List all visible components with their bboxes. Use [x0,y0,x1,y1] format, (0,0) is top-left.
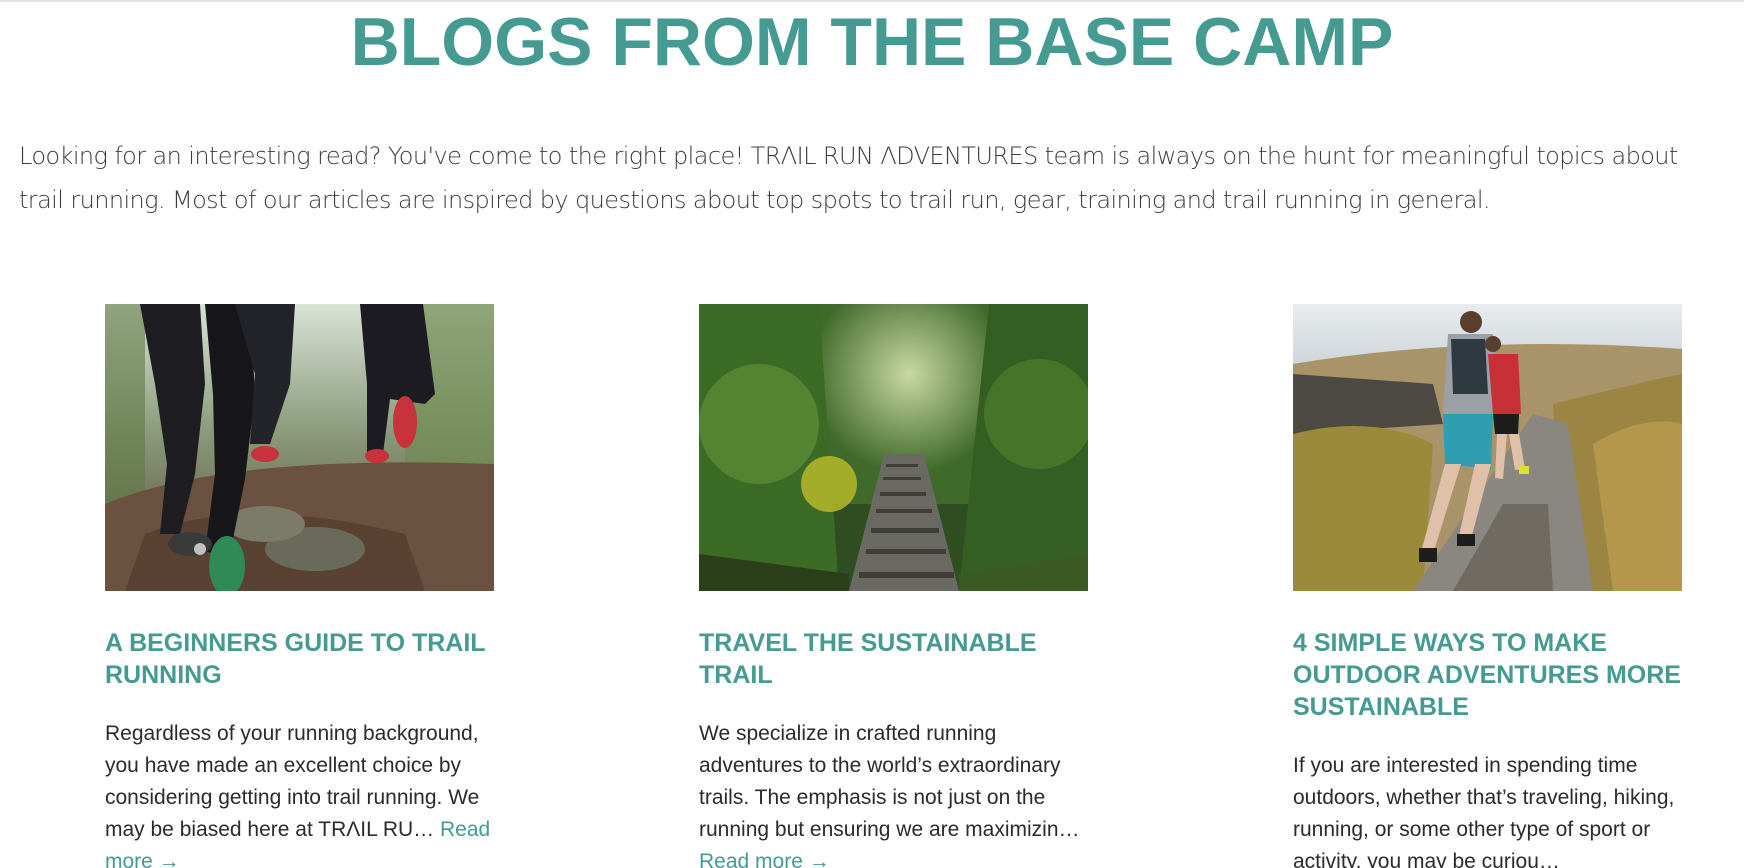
forest-stairs-image [699,304,1088,591]
post-title[interactable]: TRAVEL THE SUSTAINABLE TRAIL [699,627,1089,691]
blog-card: A BEGINNERS GUIDE TO TRAIL RUNNING Regar… [105,304,495,868]
blog-card: TRAVEL THE SUSTAINABLE TRAIL We speciali… [699,304,1089,868]
moorland-runners-image [1293,304,1682,591]
trail-runners-legs-image [105,304,494,591]
post-excerpt-text: We specialize in crafted running adventu… [699,722,1080,841]
page-title: BLOGS FROM THE BASE CAMP [350,4,1394,80]
post-title[interactable]: A BEGINNERS GUIDE TO TRAIL RUNNING [105,627,495,691]
post-excerpt: Regardless of your running background, y… [105,718,495,868]
post-title[interactable]: 4 SIMPLE WAYS TO MAKE OUTDOOR ADVENTURES… [1293,627,1683,723]
read-more-link[interactable]: Read more → [699,850,830,868]
post-excerpt-text: Regardless of your running background, y… [105,722,480,841]
post-excerpt-text: If you are interested in spending time o… [1293,754,1675,868]
post-thumbnail[interactable] [1293,304,1682,591]
post-excerpt: If you are interested in spending time o… [1293,750,1683,868]
blog-card: 4 SIMPLE WAYS TO MAKE OUTDOOR ADVENTURES… [1293,304,1683,868]
intro-paragraph: Looking for an interesting read? You've … [19,142,1678,214]
post-excerpt: We specialize in crafted running adventu… [699,718,1089,868]
post-thumbnail[interactable] [699,304,1088,591]
post-thumbnail[interactable] [105,304,494,591]
